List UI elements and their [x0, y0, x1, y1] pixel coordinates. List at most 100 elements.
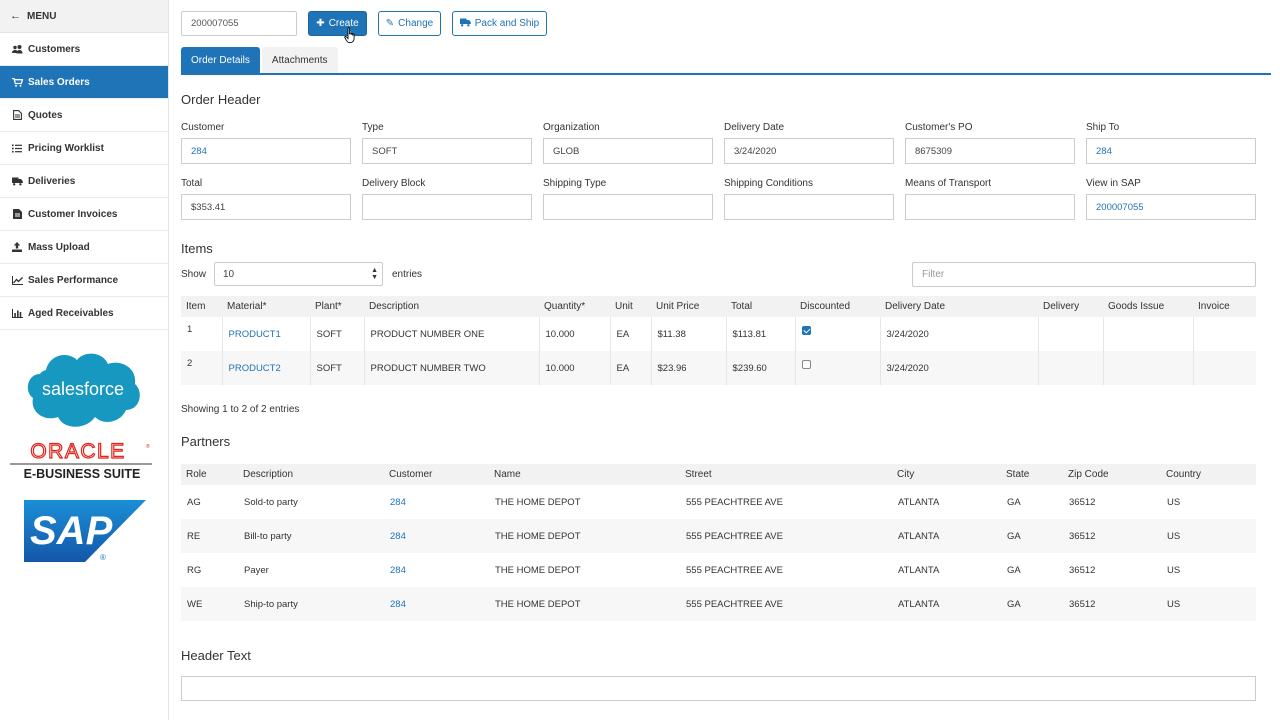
- unit-cell: EA: [610, 351, 652, 385]
- column-header[interactable]: Customer: [384, 464, 489, 485]
- sidebar-item-mass-upload[interactable]: Mass Upload: [0, 231, 168, 264]
- filter-input[interactable]: [912, 262, 1256, 287]
- country-cell: US: [1161, 519, 1256, 553]
- delivery-date-field[interactable]: 3/24/2020: [724, 138, 894, 164]
- total-label: Total: [181, 178, 203, 189]
- zip-cell: 36512: [1063, 587, 1161, 621]
- sidebar-item-aged-receivables[interactable]: Aged Receivables: [0, 297, 168, 330]
- type-field[interactable]: SOFT: [362, 138, 532, 164]
- menu-toggle[interactable]: ← MENU: [0, 0, 168, 33]
- sidebar-item-sales-performance[interactable]: Sales Performance: [0, 264, 168, 297]
- description-cell: Bill-to party: [238, 519, 384, 553]
- column-header[interactable]: State: [1001, 464, 1063, 485]
- column-header[interactable]: Street: [680, 464, 892, 485]
- material-link[interactable]: PRODUCT2: [222, 351, 311, 385]
- country-cell: US: [1161, 553, 1256, 587]
- column-header[interactable]: Description: [238, 464, 384, 485]
- discounted-checkbox[interactable]: [801, 359, 811, 369]
- shipping-conditions-field[interactable]: [724, 194, 894, 220]
- customer-link-text[interactable]: 284: [390, 565, 406, 576]
- organization-field[interactable]: GLOB: [543, 138, 713, 164]
- column-header[interactable]: Country: [1161, 464, 1256, 485]
- name-cell: THE HOME DEPOT: [489, 519, 680, 553]
- shipping-type-field[interactable]: [543, 194, 713, 220]
- entries-label: entries: [392, 269, 423, 280]
- column-header[interactable]: Description: [364, 296, 539, 317]
- sidebar-item-deliveries[interactable]: Deliveries: [0, 165, 168, 198]
- header-text-field[interactable]: [181, 676, 1256, 701]
- column-header[interactable]: Plant*: [310, 296, 364, 317]
- city-cell: ATLANTA: [892, 519, 1001, 553]
- sidebar-item-sales-orders[interactable]: Sales Orders: [0, 66, 168, 99]
- customer-po-field[interactable]: 8675309: [905, 138, 1075, 164]
- material-link[interactable]: PRODUCT1: [222, 317, 311, 351]
- order-number-input[interactable]: [181, 11, 297, 36]
- sidebar-item-customers[interactable]: Customers: [0, 33, 168, 66]
- view-in-sap-label: View in SAP: [1086, 178, 1141, 189]
- customer-link[interactable]: 284: [384, 553, 489, 587]
- column-header[interactable]: Invoice: [1193, 296, 1256, 317]
- sidebar-item-pricing-worklist[interactable]: Pricing Worklist: [0, 132, 168, 165]
- material-link-text[interactable]: PRODUCT1: [229, 329, 281, 340]
- column-header[interactable]: City: [892, 464, 1001, 485]
- customer-link-text[interactable]: 284: [390, 531, 406, 542]
- delivery-date-cell: 3/24/2020: [880, 317, 1039, 351]
- sidebar-item-quotes[interactable]: Quotes: [0, 99, 168, 132]
- column-header[interactable]: Zip Code: [1063, 464, 1161, 485]
- column-header[interactable]: Material*: [222, 296, 310, 317]
- table-row[interactable]: RE Bill-to party 284 THE HOME DEPOT 555 …: [181, 519, 1256, 553]
- sidebar-item-customer-invoices[interactable]: Customer Invoices: [0, 198, 168, 231]
- column-header[interactable]: Goods Issue: [1103, 296, 1193, 317]
- discounted-checkbox[interactable]: [801, 325, 811, 335]
- delivery-cell: [1038, 351, 1104, 385]
- sidebar-item-label: Customer Invoices: [28, 208, 118, 220]
- column-header[interactable]: Delivery: [1038, 296, 1103, 317]
- table-row[interactable]: RG Payer 284 THE HOME DEPOT 555 PEACHTRE…: [181, 553, 1256, 587]
- tab-attachments[interactable]: Attachments: [261, 47, 338, 74]
- shipping-type-label: Shipping Type: [543, 178, 607, 189]
- column-header[interactable]: Role: [181, 464, 238, 485]
- customer-link[interactable]: 284: [384, 519, 489, 553]
- table-row[interactable]: AG Sold-to party 284 THE HOME DEPOT 555 …: [181, 485, 1256, 519]
- customer-link-text[interactable]: 284: [390, 497, 406, 508]
- delivery-block-field[interactable]: [362, 194, 532, 220]
- column-header[interactable]: Delivery Date: [880, 296, 1038, 317]
- discounted-cell: [795, 351, 881, 385]
- table-row[interactable]: 2 PRODUCT2 SOFT PRODUCT NUMBER TWO 10.00…: [181, 351, 1256, 385]
- page-size-select[interactable]: 10 ▲ ▼: [214, 262, 383, 286]
- sap-logo-text: SAP: [30, 509, 113, 553]
- cart-icon: [10, 77, 24, 87]
- sidebar: ← MENU Customers Sales Orders Quotes Pri…: [0, 0, 169, 720]
- country-cell: US: [1161, 485, 1256, 519]
- total-field[interactable]: $353.41: [181, 194, 351, 220]
- customer-link[interactable]: 284: [384, 587, 489, 621]
- oracle-logo: ORACLE ® E-BUSINESS SUITE: [10, 440, 152, 481]
- customer-link-text[interactable]: 284: [390, 599, 406, 610]
- tab-order-details[interactable]: Order Details: [181, 47, 260, 74]
- column-header[interactable]: Name: [489, 464, 680, 485]
- column-header[interactable]: Discounted: [795, 296, 880, 317]
- customer-label: Customer: [181, 122, 225, 133]
- means-of-transport-field[interactable]: [905, 194, 1075, 220]
- change-button[interactable]: ✎ Change: [378, 11, 441, 36]
- material-link-text[interactable]: PRODUCT2: [229, 363, 281, 374]
- table-row[interactable]: 1 PRODUCT1 SOFT PRODUCT NUMBER ONE 10.00…: [181, 317, 1256, 351]
- table-row[interactable]: WE Ship-to party 284 THE HOME DEPOT 555 …: [181, 587, 1256, 621]
- customer-link[interactable]: 284: [384, 485, 489, 519]
- items-title: Items: [181, 241, 213, 256]
- partners-table: Role Description Customer Name Street Ci…: [181, 464, 1256, 621]
- column-header[interactable]: Item: [181, 296, 222, 317]
- column-header[interactable]: Unit: [610, 296, 651, 317]
- quantity-cell: 10.000: [539, 351, 611, 385]
- view-in-sap-link[interactable]: 200007055: [1086, 194, 1256, 220]
- street-cell: 555 PEACHTREE AVE: [680, 519, 892, 553]
- column-header[interactable]: Unit Price: [651, 296, 726, 317]
- column-header[interactable]: Quantity*: [539, 296, 610, 317]
- customer-field[interactable]: 284: [181, 138, 351, 164]
- oracle-suite-text: E-BUSINESS SUITE: [24, 467, 141, 481]
- ship-to-field[interactable]: 284: [1086, 138, 1256, 164]
- column-header[interactable]: Total: [726, 296, 795, 317]
- delivery-cell: [1038, 317, 1104, 351]
- pack-and-ship-button[interactable]: Pack and Ship: [452, 11, 547, 36]
- create-button[interactable]: ✚ Create: [308, 11, 367, 36]
